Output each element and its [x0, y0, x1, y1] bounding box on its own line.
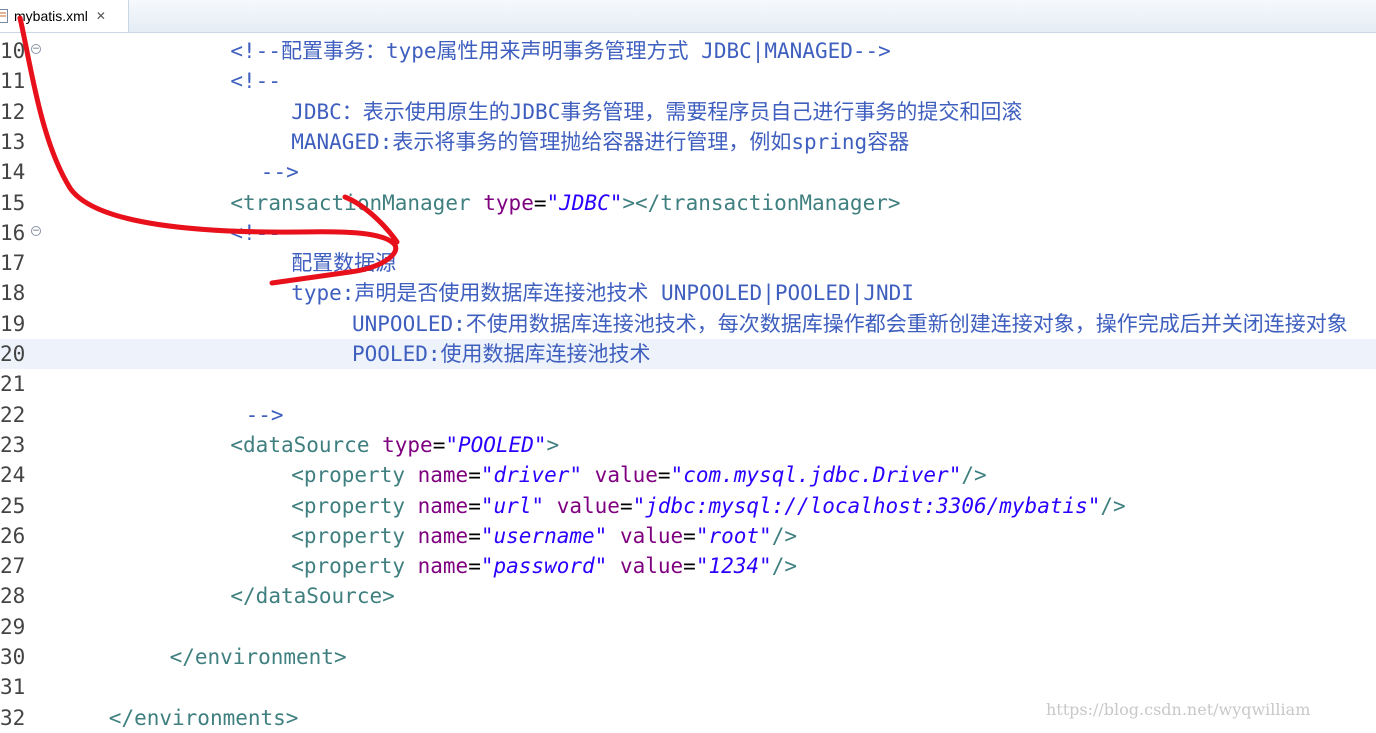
watermark: https://blog.csdn.net/wyqwilliam [1046, 700, 1311, 719]
red-annotation-arrow [17, 15, 400, 286]
